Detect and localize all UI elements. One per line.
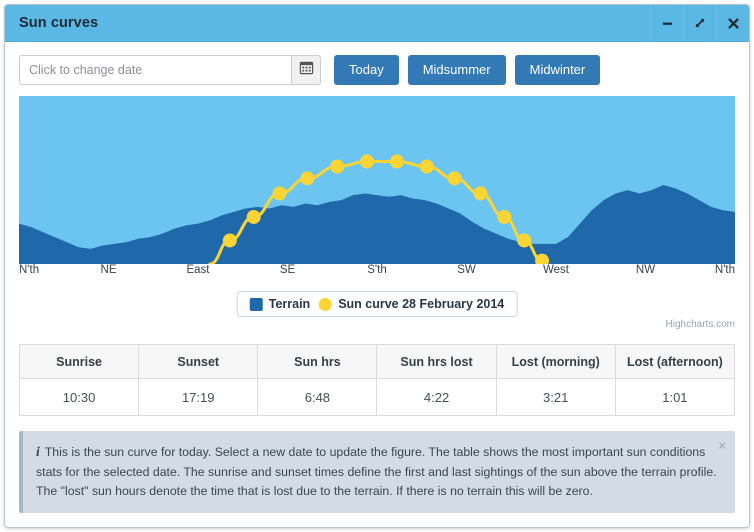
- x-axis-tick-0: N'th: [19, 264, 40, 276]
- close-icon: [727, 17, 740, 30]
- table-header-sun-hrs: Sun hrs: [257, 344, 378, 379]
- legend-item-terrain[interactable]: Terrain: [249, 297, 311, 311]
- sun-curve-point[interactable]: [473, 186, 488, 201]
- minimize-button[interactable]: [650, 5, 683, 41]
- sun-curve-point[interactable]: [222, 233, 237, 248]
- sun-curve-chart: N'th NE East SE S'th SW West NW N'th Terrain Sun…: [19, 96, 735, 330]
- sun-curve-point[interactable]: [272, 186, 287, 201]
- sun-curve-point[interactable]: [389, 154, 404, 169]
- expand-diagonal-icon: [693, 16, 707, 30]
- cell-lost-afternoon: 1:01: [614, 378, 736, 416]
- x-axis-tick-4: S'th: [367, 264, 387, 276]
- sun-curves-window: Sun curves Click to change date Today Mi…: [4, 4, 750, 528]
- calendar-button[interactable]: [291, 55, 321, 85]
- midwinter-button[interactable]: Midwinter: [514, 55, 601, 85]
- date-toolbar: Today Midsummer Midwinter: [5, 42, 749, 96]
- chart-legend: Terrain Sun curve 28 February 2014: [236, 291, 518, 317]
- info-icon: i: [36, 444, 40, 459]
- cell-sun-hrs: 6:48: [257, 378, 378, 416]
- sun-curve-point[interactable]: [517, 233, 532, 248]
- sun-stats-table: Sunrise Sunset Sun hrs Sun hrs lost Lost…: [18, 344, 736, 416]
- table-row: 10:30 17:19 6:48 4:22 3:21 1:01: [18, 378, 736, 416]
- table-header-sunrise: Sunrise: [18, 344, 140, 379]
- x-axis-tick-6: West: [543, 264, 569, 276]
- sun-swatch-icon: [319, 297, 333, 311]
- info-alert-text: This is the sun curve for today. Select …: [36, 445, 717, 498]
- cell-sun-hrs-lost: 4:22: [376, 378, 497, 416]
- table-header-lost-afternoon: Lost (afternoon): [614, 344, 736, 379]
- today-button[interactable]: Today: [334, 55, 399, 85]
- date-input[interactable]: [19, 55, 291, 85]
- terrain-swatch-icon: [249, 297, 263, 311]
- x-axis-tick-5: SW: [457, 264, 476, 276]
- legend-label-terrain: Terrain: [268, 297, 311, 311]
- x-axis-tick-1: NE: [100, 264, 117, 276]
- cell-sunset: 17:19: [138, 378, 259, 416]
- table-header-sun-hrs-lost: Sun hrs lost: [376, 344, 497, 379]
- stats-table-wrap: Sunrise Sunset Sun hrs Sun hrs lost Lost…: [18, 344, 736, 416]
- sun-curve-point[interactable]: [419, 159, 434, 174]
- sun-curve-point[interactable]: [330, 159, 345, 174]
- cell-lost-morning: 3:21: [495, 378, 616, 416]
- cell-sunrise: 10:30: [18, 378, 140, 416]
- close-button[interactable]: [716, 5, 749, 41]
- legend-item-sun-curve[interactable]: Sun curve 28 February 2014: [319, 297, 504, 311]
- calendar-icon: [299, 60, 314, 80]
- window-titlebar: Sun curves: [5, 5, 749, 42]
- chart-credits[interactable]: Highcharts.com: [666, 319, 735, 330]
- x-axis: N'th NE East SE S'th SW West NW N'th: [19, 264, 735, 282]
- date-picker-group: [19, 55, 321, 85]
- sun-curve-point[interactable]: [497, 209, 512, 224]
- sun-curve-point[interactable]: [447, 171, 462, 186]
- alert-close-icon[interactable]: ×: [718, 439, 726, 452]
- x-axis-tick-3: SE: [279, 264, 296, 276]
- chart-plot-area: [19, 96, 735, 264]
- table-header-row: Sunrise Sunset Sun hrs Sun hrs lost Lost…: [18, 344, 736, 379]
- info-alert: i This is the sun curve for today. Select…: [19, 431, 735, 514]
- minimize-icon: [661, 17, 674, 30]
- sun-curve-point[interactable]: [246, 209, 261, 224]
- expand-button[interactable]: [683, 5, 716, 41]
- window-title: Sun curves: [19, 15, 99, 31]
- legend-label-sun-curve: Sun curve 28 February 2014: [338, 297, 505, 311]
- x-axis-tick-8: N'th: [714, 264, 735, 276]
- sun-curve-point[interactable]: [360, 154, 375, 169]
- table-header-sunset: Sunset: [138, 344, 259, 379]
- table-header-lost-morning: Lost (morning): [495, 344, 616, 379]
- x-axis-tick-7: NW: [635, 264, 656, 276]
- midsummer-button[interactable]: Midsummer: [407, 55, 506, 85]
- x-axis-tick-2: East: [186, 264, 210, 276]
- sun-curve-point[interactable]: [300, 171, 315, 186]
- window-controls: [650, 5, 749, 41]
